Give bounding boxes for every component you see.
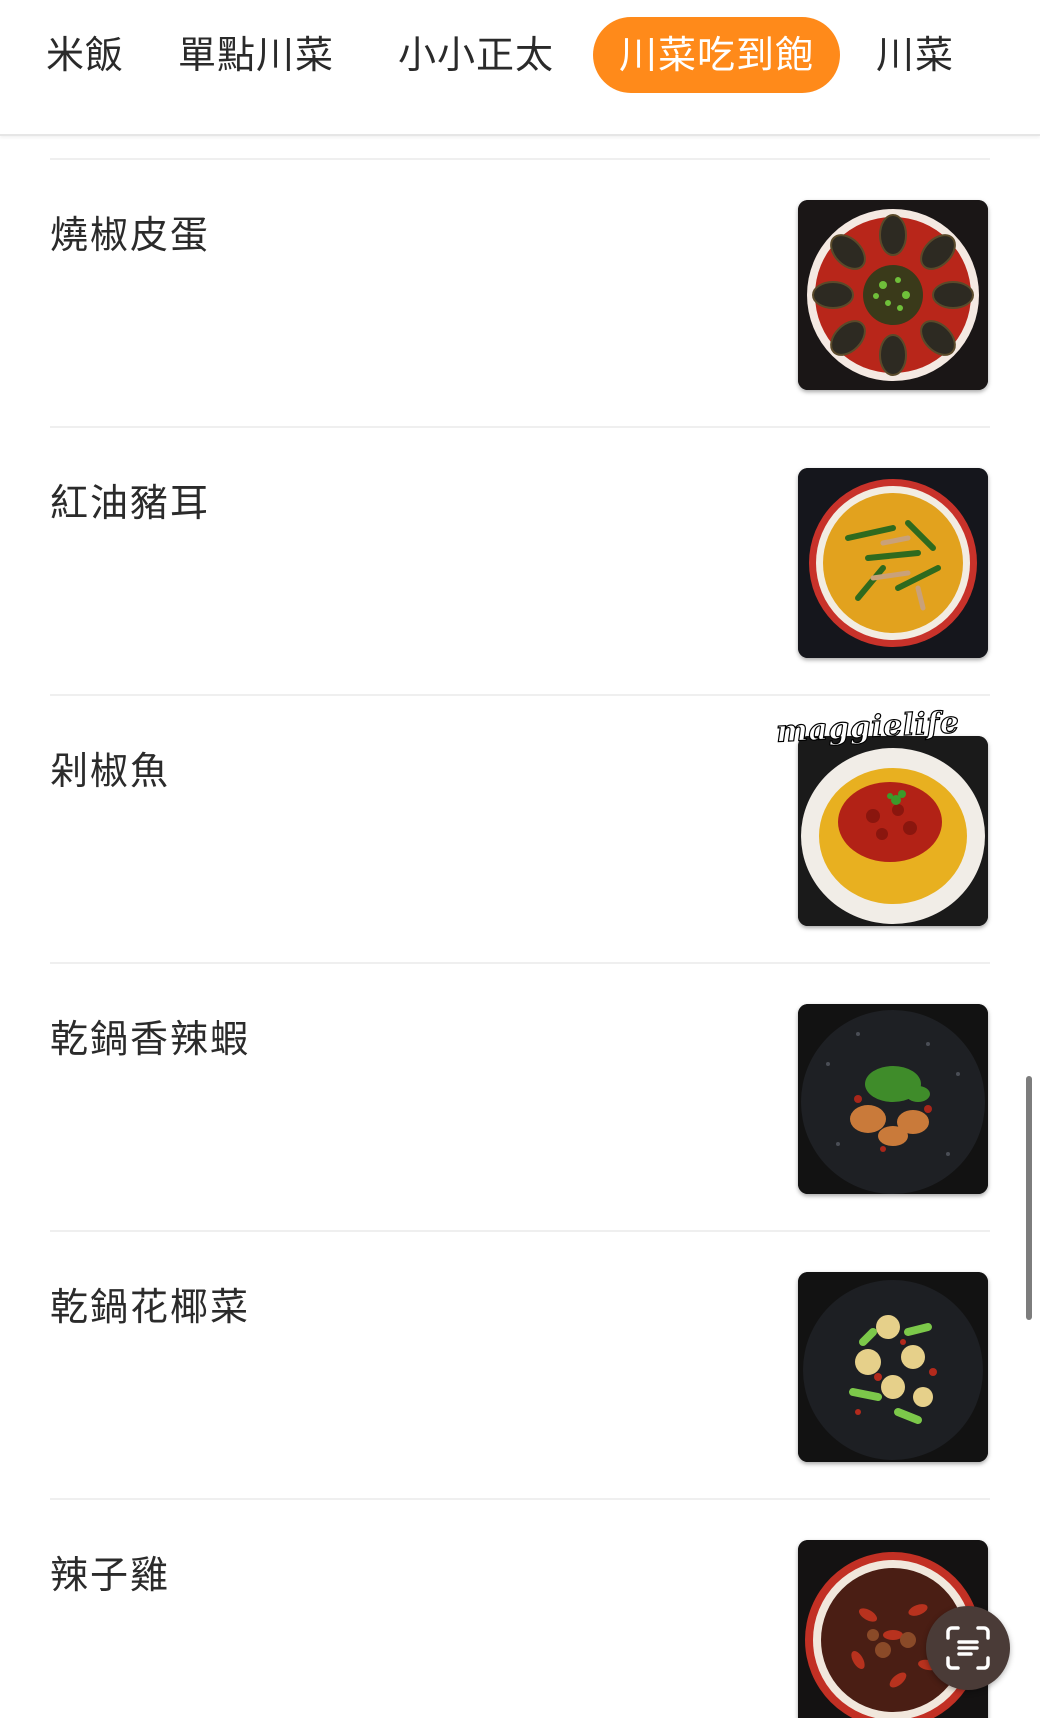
- menu-item-name: 乾鍋香辣蝦: [50, 1017, 251, 1061]
- dry-pot-cauliflower-dish-image: [798, 1272, 988, 1462]
- tab-xiaoxiao-zhengtai[interactable]: 小小正太: [398, 17, 554, 93]
- chopped-chili-fish-dish-image: [798, 736, 988, 926]
- dry-pot-shrimp-dish-image: [798, 1004, 988, 1194]
- menu-item-name: 乾鍋花椰菜: [50, 1285, 251, 1329]
- scan-text-button[interactable]: [926, 1606, 1010, 1690]
- menu-item[interactable]: 乾鍋香辣蝦: [0, 964, 1040, 1230]
- menu-item[interactable]: 紅油豬耳: [0, 428, 1040, 694]
- menu-item-name: 剁椒魚: [50, 749, 171, 793]
- menu-list: 燒椒皮蛋 紅油豬耳 剁椒魚 乾鍋香辣蝦 乾鍋花椰菜 辣子雞: [0, 136, 1040, 1718]
- menu-item-name: 辣子雞: [50, 1553, 171, 1597]
- menu-item[interactable]: 燒椒皮蛋: [0, 160, 1040, 426]
- menu-item-name: 燒椒皮蛋: [50, 213, 211, 257]
- century-egg-dish-image: [798, 200, 988, 390]
- pork-ear-dish-image: [798, 468, 988, 658]
- tab-single-sichuan[interactable]: 單點川菜: [178, 17, 334, 93]
- tab-sichuan[interactable]: 川菜: [876, 17, 954, 93]
- scrollbar-thumb[interactable]: [1026, 1076, 1032, 1320]
- category-tab-bar: 米飯 單點川菜 小小正太 川菜吃到飽 川菜: [0, 0, 1040, 136]
- menu-item-name: 紅油豬耳: [50, 481, 211, 525]
- tab-sichuan-buffet[interactable]: 川菜吃到飽: [593, 17, 840, 93]
- menu-item[interactable]: 辣子雞: [0, 1500, 1040, 1718]
- scan-text-icon: [946, 1626, 990, 1670]
- tab-rice[interactable]: 米飯: [46, 17, 124, 93]
- menu-item[interactable]: 乾鍋花椰菜: [0, 1232, 1040, 1498]
